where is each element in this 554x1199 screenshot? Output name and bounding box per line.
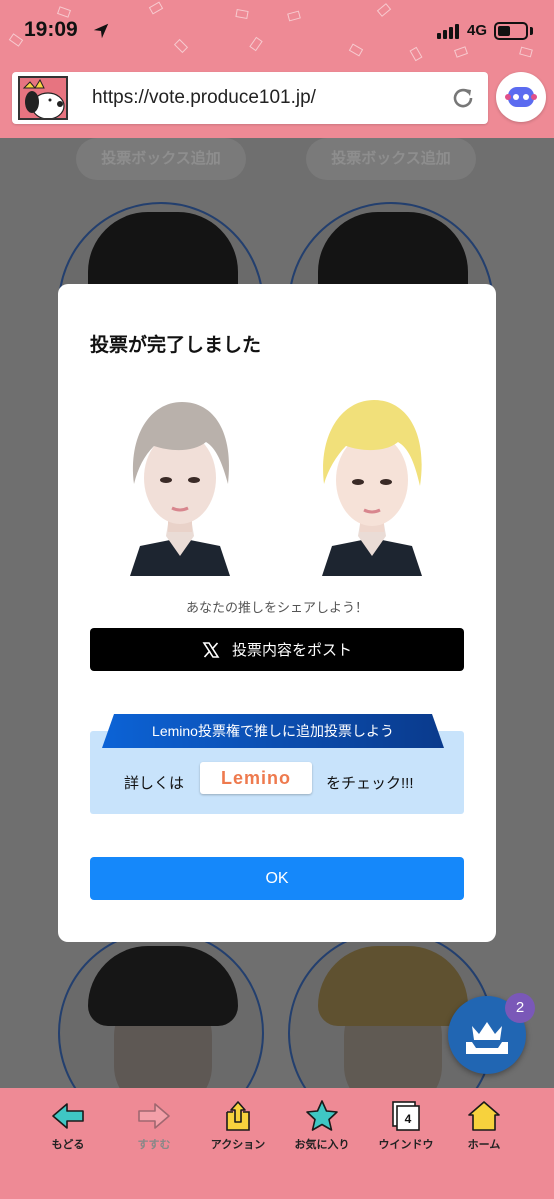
post-button-label: 投票内容をポスト <box>231 642 352 659</box>
vote-box-count-badge: 2 <box>505 993 535 1023</box>
confetti <box>519 46 533 58</box>
share-prompt: あなたの推しをシェアしよう！ <box>185 600 368 615</box>
back-label: もどる <box>51 1139 85 1151</box>
back-arrow-icon <box>52 1103 84 1129</box>
battery-tip <box>530 27 533 35</box>
detail-text-right: をチェック!!! <box>326 775 414 792</box>
voted-candidate-portrait <box>302 396 442 576</box>
post-to-x-button[interactable]: 投票内容をポスト <box>90 628 464 671</box>
site-favicon-icon <box>18 76 68 120</box>
back-button[interactable]: もどる <box>28 1098 108 1152</box>
reload-icon[interactable] <box>450 85 476 111</box>
share-action-icon <box>226 1101 250 1131</box>
add-vote-box-button-right[interactable]: 投票ボックス追加 <box>306 138 476 180</box>
assistant-button[interactable] <box>496 72 546 122</box>
dialog-title: 投票が完了しました <box>90 335 262 356</box>
forward-label: すすむ <box>137 1139 171 1151</box>
status-time: 19:09 <box>24 18 78 41</box>
home-icon <box>468 1101 500 1131</box>
lemino-logo-link[interactable]: Lemino <box>200 762 312 794</box>
confetti <box>148 1 164 15</box>
confetti <box>173 38 189 54</box>
add-vote-box-button-left[interactable]: 投票ボックス追加 <box>76 138 246 180</box>
url-bar[interactable]: https://vote.produce101.jp/ <box>12 72 488 124</box>
voted-candidate-portrait <box>110 396 250 576</box>
window-button[interactable]: 4 ウインドウ <box>366 1098 446 1152</box>
battery-icon <box>494 22 528 40</box>
window-count: 4 <box>405 1112 412 1126</box>
x-logo-icon <box>202 641 220 658</box>
action-label: アクション <box>210 1139 266 1151</box>
confetti <box>409 46 423 62</box>
url-text[interactable]: https://vote.produce101.jp/ <box>92 87 316 109</box>
bottom-toolbar: もどる すすむ アクション お気に入り 4 ウインドウ ホーム <box>0 1088 554 1199</box>
confetti <box>376 3 392 17</box>
vote-complete-dialog: 投票が完了しました あなたの推しをシェアしよう！ 投票内容をポスト Lemino… <box>58 284 496 942</box>
window-tabs-icon: 4 <box>392 1101 420 1131</box>
confetti <box>8 33 24 47</box>
action-button[interactable]: アクション <box>198 1098 278 1152</box>
confetti <box>56 6 72 18</box>
confetti <box>453 46 469 58</box>
robot-assistant-icon <box>505 87 537 107</box>
network-type: 4G <box>467 22 488 39</box>
detail-text-left: 詳しくは <box>124 775 185 792</box>
confetti <box>235 9 249 19</box>
location-arrow-icon <box>93 23 109 39</box>
forward-arrow-icon <box>138 1103 170 1129</box>
star-icon <box>306 1100 338 1131</box>
browser-header: 19:09 4G https://vote.produce101.jp/ <box>0 0 554 138</box>
favorites-button[interactable]: お気に入り <box>282 1098 362 1152</box>
signal-icon <box>437 24 459 39</box>
window-label: ウインドウ <box>378 1139 434 1151</box>
favorites-label: お気に入り <box>294 1139 350 1151</box>
confetti <box>348 43 364 57</box>
forward-button[interactable]: すすむ <box>114 1098 194 1152</box>
home-button[interactable]: ホーム <box>444 1098 524 1152</box>
home-label: ホーム <box>467 1139 501 1151</box>
ok-button[interactable]: OK <box>90 857 464 900</box>
confetti <box>287 10 301 22</box>
confetti <box>249 36 263 52</box>
lemino-banner-text: Lemino投票権で推しに追加投票しよう <box>152 723 394 739</box>
